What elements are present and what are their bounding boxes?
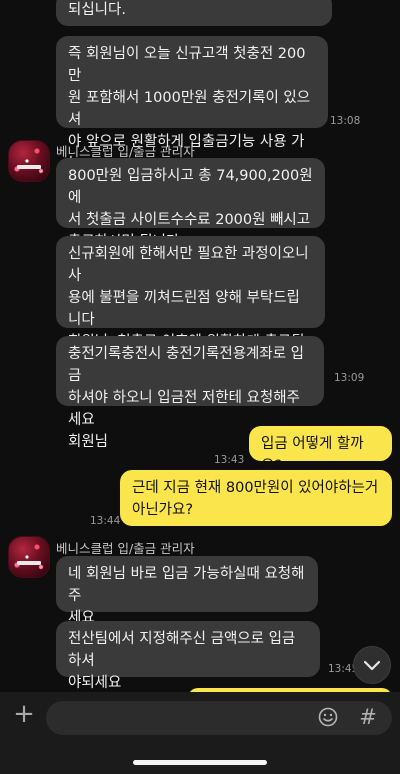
hash-icon[interactable]: # [358,705,378,729]
message-bubble[interactable]: 네 회원님 바로 입금 가능하실때 요청해주 세요 [56,556,318,626]
message-time: 13:08 [330,115,361,127]
sender-avatar[interactable] [8,140,50,182]
message-input[interactable] [46,701,392,735]
avatar-pattern [9,537,49,577]
message-bubble[interactable]: 전산팀에서 지정해주신 금액으로 입금하셔 야되세요 [56,621,320,691]
emoji-icon[interactable] [318,707,338,727]
message-bubble[interactable]: 충전기록충전시 충전기록전용계좌로 입금 하셔야 하오니 입금전 저한테 요청해… [56,336,324,450]
message-bubble[interactable]: 되십니다. [56,0,332,26]
home-indicator [133,760,267,765]
message-time: 13:44 [90,515,121,527]
message-bubble[interactable]: 800만원 입금하시고 총 74,900,200원에 서 첫출금 사이트수수료 … [56,158,325,250]
message-time: 13:09 [334,372,365,384]
message-time: 13:43 [214,454,245,466]
sender-name[interactable]: 베니스클럽 입/출금 관리자 [56,538,195,557]
my-message-bubble[interactable]: 근데 지금 현재 800만원이 있어야하는거 아닌가요? [120,470,392,526]
scroll-down-button[interactable] [353,646,391,684]
message-bubble[interactable]: 즉 회원님이 오늘 신규고객 첫충전 200만 원 포함해서 1000만원 충전… [56,36,328,194]
message-bubble[interactable]: 신규회원에 한해서만 필요한 과정이오니 사 용에 불편을 끼쳐드린점 양해 부… [56,236,325,394]
avatar-pattern [9,141,49,181]
chevron-down-icon [363,660,381,671]
avatar-logo [17,165,41,169]
my-message-bubble[interactable]: 입금 어떻게 할까요? [249,426,392,474]
avatar-logo [17,561,41,565]
sender-avatar[interactable] [8,536,50,578]
plus-icon[interactable]: + [13,701,35,727]
